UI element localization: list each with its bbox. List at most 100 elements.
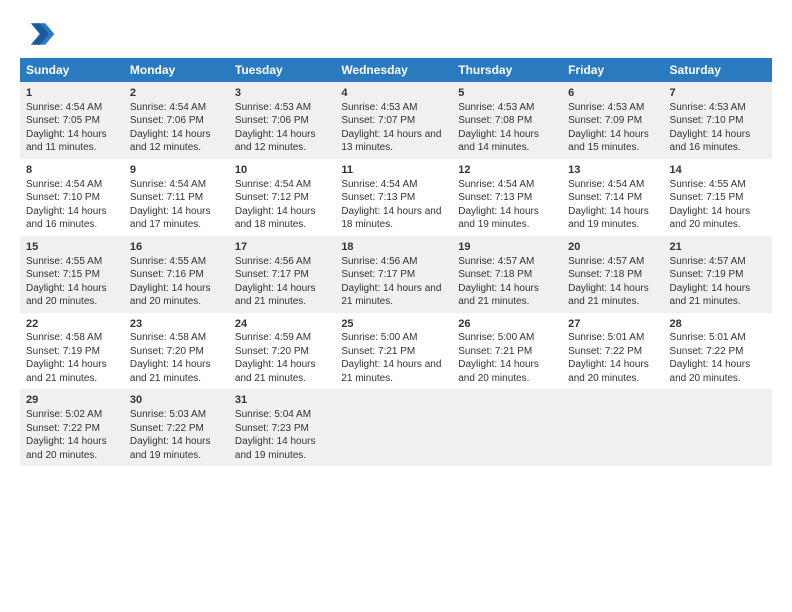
calendar-cell: 4Sunrise: 4:53 AMSunset: 7:07 PMDaylight…	[335, 82, 452, 159]
sunrise-label: Sunrise: 5:04 AM	[235, 409, 311, 420]
day-number: 4	[341, 87, 347, 99]
day-number: 26	[458, 318, 470, 330]
day-number: 30	[130, 394, 142, 406]
daylight-label: Daylight: 14 hours and 21 minutes.	[235, 359, 316, 384]
week-row-5: 29Sunrise: 5:02 AMSunset: 7:22 PMDayligh…	[20, 389, 772, 466]
calendar-cell: 25Sunrise: 5:00 AMSunset: 7:21 PMDayligh…	[335, 313, 452, 390]
day-number: 31	[235, 394, 247, 406]
sunset-label: Sunset: 7:06 PM	[130, 115, 204, 126]
sunset-label: Sunset: 7:11 PM	[130, 192, 203, 203]
day-number: 5	[458, 87, 464, 99]
day-number: 20	[568, 241, 580, 253]
sunrise-label: Sunrise: 4:54 AM	[26, 179, 102, 190]
weekday-header-thursday: Thursday	[452, 58, 562, 82]
daylight-label: Daylight: 14 hours and 20 minutes.	[670, 206, 751, 231]
sunrise-label: Sunrise: 5:01 AM	[568, 332, 644, 343]
sunset-label: Sunset: 7:07 PM	[341, 115, 415, 126]
daylight-label: Daylight: 14 hours and 16 minutes.	[26, 206, 107, 231]
day-number: 18	[341, 241, 353, 253]
calendar-cell: 29Sunrise: 5:02 AMSunset: 7:22 PMDayligh…	[20, 389, 124, 466]
daylight-label: Daylight: 14 hours and 17 minutes.	[130, 206, 211, 231]
sunset-label: Sunset: 7:14 PM	[568, 192, 642, 203]
calendar-cell	[335, 389, 452, 466]
calendar-body: 1Sunrise: 4:54 AMSunset: 7:05 PMDaylight…	[20, 82, 772, 466]
calendar-cell: 16Sunrise: 4:55 AMSunset: 7:16 PMDayligh…	[124, 236, 229, 313]
calendar-cell: 13Sunrise: 4:54 AMSunset: 7:14 PMDayligh…	[562, 159, 663, 236]
sunrise-label: Sunrise: 4:53 AM	[568, 102, 644, 113]
sunrise-label: Sunrise: 4:55 AM	[130, 256, 206, 267]
sunset-label: Sunset: 7:18 PM	[458, 269, 532, 280]
daylight-label: Daylight: 14 hours and 12 minutes.	[130, 129, 211, 154]
day-number: 23	[130, 318, 142, 330]
day-number: 7	[670, 87, 676, 99]
sunrise-label: Sunrise: 4:58 AM	[130, 332, 206, 343]
weekday-header-saturday: Saturday	[664, 58, 772, 82]
calendar-cell: 17Sunrise: 4:56 AMSunset: 7:17 PMDayligh…	[229, 236, 335, 313]
day-number: 11	[341, 164, 353, 176]
sunset-label: Sunset: 7:10 PM	[670, 115, 744, 126]
calendar-cell: 15Sunrise: 4:55 AMSunset: 7:15 PMDayligh…	[20, 236, 124, 313]
daylight-label: Daylight: 14 hours and 20 minutes.	[458, 359, 539, 384]
weekday-header-wednesday: Wednesday	[335, 58, 452, 82]
day-number: 28	[670, 318, 682, 330]
sunrise-label: Sunrise: 4:58 AM	[26, 332, 102, 343]
day-number: 19	[458, 241, 470, 253]
sunrise-label: Sunrise: 4:54 AM	[235, 179, 311, 190]
sunrise-label: Sunrise: 4:54 AM	[341, 179, 417, 190]
sunrise-label: Sunrise: 4:55 AM	[670, 179, 746, 190]
calendar-cell: 18Sunrise: 4:56 AMSunset: 7:17 PMDayligh…	[335, 236, 452, 313]
calendar-cell: 5Sunrise: 4:53 AMSunset: 7:08 PMDaylight…	[452, 82, 562, 159]
weekday-header-row: SundayMondayTuesdayWednesdayThursdayFrid…	[20, 58, 772, 82]
calendar-cell	[562, 389, 663, 466]
sunrise-label: Sunrise: 5:00 AM	[458, 332, 534, 343]
sunset-label: Sunset: 7:22 PM	[568, 346, 642, 357]
daylight-label: Daylight: 14 hours and 21 minutes.	[670, 283, 751, 308]
calendar-cell: 27Sunrise: 5:01 AMSunset: 7:22 PMDayligh…	[562, 313, 663, 390]
sunrise-label: Sunrise: 4:53 AM	[235, 102, 311, 113]
day-number: 22	[26, 318, 38, 330]
sunrise-label: Sunrise: 4:54 AM	[130, 179, 206, 190]
daylight-label: Daylight: 14 hours and 14 minutes.	[458, 129, 539, 154]
daylight-label: Daylight: 14 hours and 19 minutes.	[568, 206, 649, 231]
sunset-label: Sunset: 7:13 PM	[341, 192, 415, 203]
calendar-cell: 11Sunrise: 4:54 AMSunset: 7:13 PMDayligh…	[335, 159, 452, 236]
day-number: 25	[341, 318, 353, 330]
sunset-label: Sunset: 7:15 PM	[26, 269, 100, 280]
sunrise-label: Sunrise: 5:03 AM	[130, 409, 206, 420]
calendar-cell: 7Sunrise: 4:53 AMSunset: 7:10 PMDaylight…	[664, 82, 772, 159]
daylight-label: Daylight: 14 hours and 20 minutes.	[26, 283, 107, 308]
sunrise-label: Sunrise: 5:02 AM	[26, 409, 102, 420]
page-container: SundayMondayTuesdayWednesdayThursdayFrid…	[0, 0, 792, 476]
calendar-cell	[452, 389, 562, 466]
calendar-table: SundayMondayTuesdayWednesdayThursdayFrid…	[20, 58, 772, 466]
daylight-label: Daylight: 14 hours and 20 minutes.	[26, 436, 107, 461]
week-row-2: 8Sunrise: 4:54 AMSunset: 7:10 PMDaylight…	[20, 159, 772, 236]
sunset-label: Sunset: 7:22 PM	[26, 423, 100, 434]
daylight-label: Daylight: 14 hours and 20 minutes.	[130, 283, 211, 308]
daylight-label: Daylight: 14 hours and 16 minutes.	[670, 129, 751, 154]
sunset-label: Sunset: 7:20 PM	[130, 346, 204, 357]
day-number: 13	[568, 164, 580, 176]
calendar-cell: 6Sunrise: 4:53 AMSunset: 7:09 PMDaylight…	[562, 82, 663, 159]
sunrise-label: Sunrise: 4:55 AM	[26, 256, 102, 267]
week-row-4: 22Sunrise: 4:58 AMSunset: 7:19 PMDayligh…	[20, 313, 772, 390]
calendar-header: SundayMondayTuesdayWednesdayThursdayFrid…	[20, 58, 772, 82]
daylight-label: Daylight: 14 hours and 19 minutes.	[458, 206, 539, 231]
week-row-1: 1Sunrise: 4:54 AMSunset: 7:05 PMDaylight…	[20, 82, 772, 159]
sunrise-label: Sunrise: 4:53 AM	[341, 102, 417, 113]
calendar-cell: 3Sunrise: 4:53 AMSunset: 7:06 PMDaylight…	[229, 82, 335, 159]
daylight-label: Daylight: 14 hours and 19 minutes.	[235, 436, 316, 461]
calendar-cell: 1Sunrise: 4:54 AMSunset: 7:05 PMDaylight…	[20, 82, 124, 159]
sunset-label: Sunset: 7:08 PM	[458, 115, 532, 126]
weekday-header-sunday: Sunday	[20, 58, 124, 82]
sunset-label: Sunset: 7:20 PM	[235, 346, 309, 357]
calendar-cell: 24Sunrise: 4:59 AMSunset: 7:20 PMDayligh…	[229, 313, 335, 390]
calendar-cell: 22Sunrise: 4:58 AMSunset: 7:19 PMDayligh…	[20, 313, 124, 390]
sunrise-label: Sunrise: 4:56 AM	[235, 256, 311, 267]
day-number: 10	[235, 164, 247, 176]
weekday-header-friday: Friday	[562, 58, 663, 82]
sunset-label: Sunset: 7:10 PM	[26, 192, 100, 203]
sunset-label: Sunset: 7:18 PM	[568, 269, 642, 280]
day-number: 6	[568, 87, 574, 99]
daylight-label: Daylight: 14 hours and 19 minutes.	[130, 436, 211, 461]
